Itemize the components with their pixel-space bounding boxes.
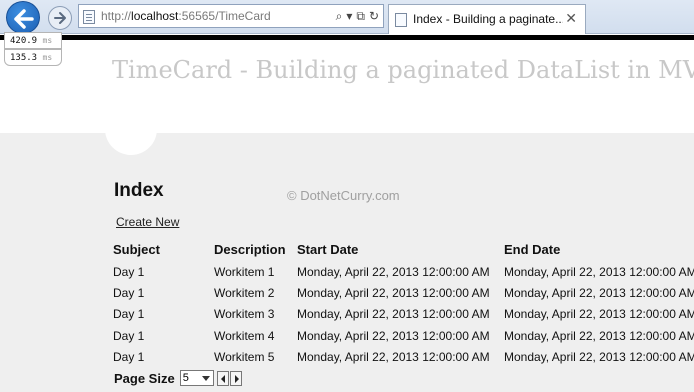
page-size-label: Page Size [114, 370, 175, 386]
watermark: © DotNetCurry.com [287, 188, 400, 203]
table-cell: Workitem 4 [214, 329, 275, 343]
table-cell: Day 1 [113, 307, 145, 321]
page-top-bar [0, 35, 694, 40]
table-cell: Workitem 2 [214, 286, 275, 300]
table-cell: Monday, April 22, 2013 12:00:00 AM [297, 286, 490, 300]
dropdown-icon[interactable]: ▾ [346, 8, 352, 24]
url-text[interactable]: http://localhost:56565/TimeCard [101, 9, 271, 23]
search-icon[interactable]: ⌕ [336, 8, 343, 24]
column-header-start-date: Start Date [297, 242, 359, 257]
table-cell: Workitem 3 [214, 307, 275, 321]
forward-button[interactable] [48, 6, 72, 30]
table-cell: Day 1 [113, 265, 145, 279]
table-cell: Monday, April 22, 2013 12:00:00 AM [504, 329, 694, 343]
address-bar[interactable]: http://localhost:56565/TimeCard ⌕ ▾ ⧉ ↻ [78, 4, 384, 28]
page-size-select[interactable]: 5 [179, 370, 214, 386]
timing-badge: 135.3 ms [4, 49, 62, 66]
table-cell: Monday, April 22, 2013 12:00:00 AM [504, 265, 694, 279]
table-cell: Monday, April 22, 2013 12:00:00 AM [297, 350, 490, 364]
table-cell: Monday, April 22, 2013 12:00:00 AM [297, 329, 490, 343]
close-tab-icon[interactable]: ✕ [565, 10, 577, 27]
table-cell: Day 1 [113, 286, 145, 300]
back-button[interactable] [6, 1, 40, 34]
table-cell: Monday, April 22, 2013 12:00:00 AM [504, 350, 694, 364]
table-cell: Monday, April 22, 2013 12:00:00 AM [504, 286, 694, 300]
next-page-button[interactable] [229, 370, 242, 386]
table-cell: Day 1 [113, 350, 145, 364]
column-header-end-date: End Date [504, 242, 561, 257]
table-cell: Day 1 [113, 329, 145, 343]
column-header-description: Description [214, 242, 286, 257]
timing-badge: 420.9 ms [4, 32, 62, 49]
tab-page-icon [395, 13, 407, 27]
refresh-icon[interactable]: ↻ [369, 8, 379, 24]
pager: Page Size 5 [114, 370, 242, 386]
table-cell: Monday, April 22, 2013 12:00:00 AM [297, 307, 490, 321]
decorative-circle [105, 103, 157, 155]
forward-arrow-icon [54, 12, 66, 24]
browser-toolbar: http://localhost:56565/TimeCard ⌕ ▾ ⧉ ↻ … [0, 0, 694, 34]
page-icon [83, 10, 95, 24]
column-header-subject: Subject [113, 242, 160, 257]
page-heading: Index [114, 180, 164, 201]
site-title: TimeCard - Building a paginated DataList… [112, 56, 694, 84]
browser-tab[interactable]: Index - Building a paginate... ✕ [388, 4, 586, 34]
table-cell: Workitem 5 [214, 350, 275, 364]
create-new-link[interactable]: Create New [116, 215, 179, 229]
table-cell: Monday, April 22, 2013 12:00:00 AM [297, 265, 490, 279]
compat-view-icon[interactable]: ⧉ [356, 8, 365, 24]
back-arrow-icon [14, 9, 34, 29]
tab-title: Index - Building a paginate... [413, 12, 563, 26]
table-cell: Monday, April 22, 2013 12:00:00 AM [504, 307, 694, 321]
table-cell: Workitem 1 [214, 265, 275, 279]
previous-page-button[interactable] [216, 370, 229, 386]
